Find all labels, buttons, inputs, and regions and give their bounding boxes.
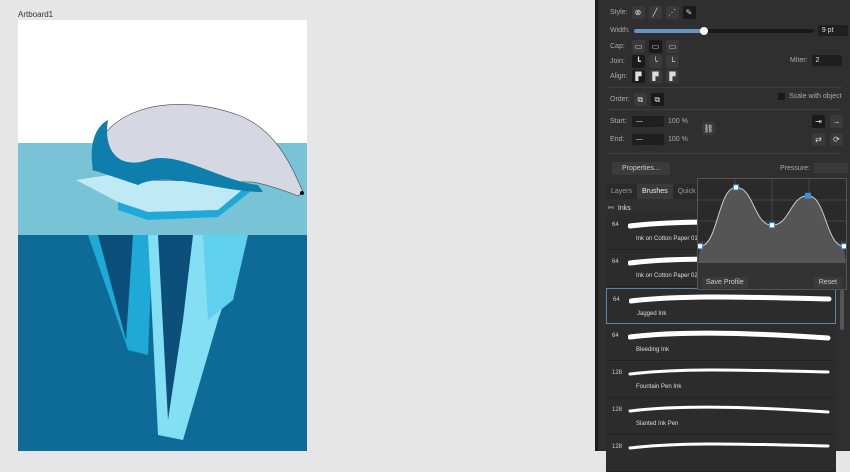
stroke-front-icon[interactable]: ⧉ — [650, 93, 664, 106]
category-label: Inks — [617, 204, 631, 212]
brush-size: 128 — [612, 407, 623, 413]
brush-name: Ink on Cotton Paper 02 — [636, 273, 698, 279]
start-scale-field[interactable]: 100 % — [668, 118, 688, 125]
butt-cap-icon[interactable]: ▭ — [632, 40, 645, 53]
align-inside-icon[interactable]: ▛ — [649, 70, 662, 83]
tab-brushes[interactable]: Brushes — [637, 184, 673, 199]
cap-label: Cap: — [610, 43, 625, 50]
save-profile-button[interactable]: Save Profile — [702, 277, 748, 288]
start-label: Start: — [610, 118, 627, 125]
width-field[interactable]: 9 pt — [817, 25, 848, 36]
no-stroke-icon[interactable]: ⊗ — [631, 6, 645, 19]
polar-bear-illustration — [18, 104, 307, 451]
brush-item[interactable]: 64 Jagged Ink — [606, 288, 836, 324]
pressure-curve-editor[interactable] — [698, 179, 846, 263]
width-label: Width: — [610, 27, 630, 34]
scale-checkbox[interactable] — [778, 93, 785, 100]
brush-size: 64 — [612, 222, 619, 228]
square-cap-icon[interactable]: ▭ — [666, 40, 679, 53]
brush-item[interactable]: 128 — [606, 436, 836, 472]
brush-item[interactable]: 64 Bleeding Ink — [606, 325, 836, 361]
brush-name: Bleeding Ink — [636, 347, 670, 353]
brush-name: Ink on Cotton Paper 01 — [636, 236, 698, 242]
miter-label: Miter: — [790, 57, 808, 64]
solid-line-icon[interactable]: ╱ — [648, 6, 662, 19]
scale-label: Scale with object — [789, 93, 842, 100]
miter-field[interactable]: 2 — [811, 55, 842, 66]
reset-button[interactable]: Reset — [813, 277, 842, 288]
end-label: End: — [610, 136, 625, 143]
brush-size: 64 — [612, 259, 619, 265]
brush-stroke-preview — [629, 294, 832, 304]
rotate-icon[interactable]: ⟳ — [830, 133, 843, 146]
dashed-line-icon[interactable]: ⋰ — [665, 6, 679, 19]
round-cap-icon[interactable]: ▭ — [649, 40, 662, 53]
link-icon[interactable]: ⛓ — [702, 122, 715, 135]
align-outside-icon[interactable]: ▛ — [666, 70, 679, 83]
arrow-icon[interactable]: → — [830, 115, 843, 128]
brush-name: Jagged Ink — [637, 311, 667, 317]
curve-control-point[interactable] — [698, 243, 703, 250]
pressure-label: Pressure: — [780, 164, 810, 172]
brush-stroke-icon[interactable]: ✎ — [682, 6, 696, 19]
arrow-end-icon[interactable]: ⇥ — [812, 115, 825, 128]
curve-control-point[interactable] — [805, 192, 811, 199]
miter-join-icon[interactable]: ┗ — [632, 55, 645, 68]
bevel-join-icon[interactable]: └ — [666, 55, 679, 68]
brush-stroke-preview — [628, 442, 830, 450]
brush-name: Fountain Pen Ink — [636, 384, 682, 390]
align-center-icon[interactable]: ▛ — [632, 70, 645, 83]
align-label: Align: — [610, 73, 628, 80]
brush-stroke-preview — [628, 330, 831, 341]
properties-button[interactable]: Properties... — [612, 162, 670, 175]
end-arrowhead-select[interactable]: ― — [632, 134, 664, 145]
join-label: Join: — [610, 58, 625, 65]
brush-item[interactable]: 128 Fountain Pen Ink — [606, 362, 836, 398]
brush-stroke-preview — [628, 368, 830, 376]
artboard[interactable] — [18, 20, 307, 451]
brush-size: 128 — [612, 444, 623, 450]
brush-category-icon: ⚯ — [608, 205, 614, 212]
start-arrowhead-select[interactable]: ― — [632, 116, 664, 127]
brush-size: 128 — [612, 370, 623, 376]
stroke-behind-icon[interactable]: ⧉ — [633, 93, 647, 106]
end-scale-field[interactable]: 100 % — [668, 136, 688, 143]
curve-control-point[interactable] — [841, 243, 847, 250]
artboard-label: Artboard1 — [18, 10, 54, 19]
pressure-popup: Save Profile Reset — [697, 178, 847, 290]
curve-control-point[interactable] — [769, 222, 775, 229]
order-label: Order: — [610, 96, 630, 103]
tab-layers[interactable]: Layers — [606, 184, 638, 199]
width-slider[interactable] — [633, 26, 814, 35]
brush-size: 64 — [613, 297, 620, 303]
pressure-preview-button[interactable] — [813, 163, 848, 173]
brush-item[interactable]: 128 Slanted Ink Pen — [606, 399, 836, 435]
canvas[interactable]: Artboard1 — [0, 0, 595, 451]
round-join-icon[interactable]: ╰ — [649, 55, 662, 68]
curve-control-point[interactable] — [733, 184, 739, 191]
brush-stroke-preview — [628, 405, 830, 414]
brush-size: 64 — [612, 333, 619, 339]
style-label: Style: — [610, 9, 628, 16]
brush-list-scrollbar[interactable] — [840, 290, 844, 330]
swap-arrow-icon[interactable]: ⇄ — [812, 133, 825, 146]
brush-name: Slanted Ink Pen — [636, 421, 679, 427]
category-select[interactable]: ⚯ Inks — [608, 204, 631, 213]
